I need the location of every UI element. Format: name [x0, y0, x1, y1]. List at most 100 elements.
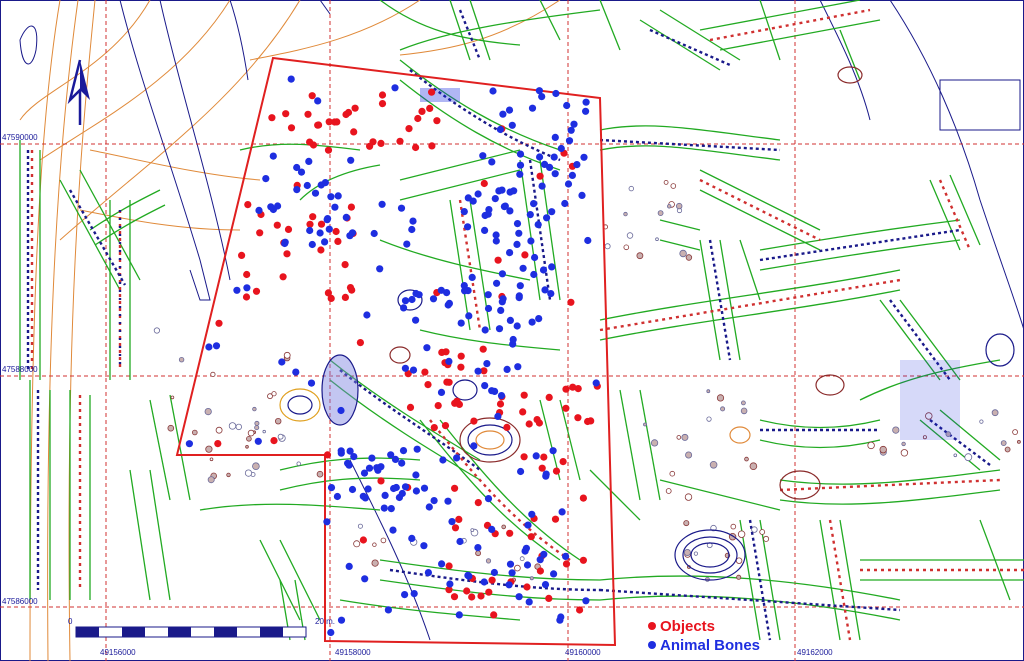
pit-marker — [247, 429, 255, 437]
animal-bone-point — [429, 295, 438, 303]
object-point — [540, 453, 548, 461]
object-point — [270, 437, 278, 445]
animal-bone-point — [361, 494, 369, 502]
object-point — [545, 393, 553, 401]
animal-bone-point — [498, 270, 506, 278]
animal-bone-point — [408, 225, 416, 234]
object-point — [474, 499, 482, 507]
pit-marker — [670, 183, 677, 189]
animal-bone-point — [325, 225, 333, 233]
legend-animal-bones-label: Animal Bones — [660, 637, 760, 654]
object-point — [457, 352, 465, 360]
object-point — [545, 594, 553, 603]
animal-bone-point — [334, 192, 342, 200]
animal-bone-point — [254, 437, 262, 445]
grid-label-easting-2: 49158000 — [335, 648, 371, 657]
object-point — [215, 319, 223, 327]
object-point — [538, 464, 546, 472]
pit-marker — [519, 556, 525, 562]
animal-bone-point — [412, 471, 420, 479]
pit-marker — [716, 394, 725, 402]
animal-bone-point — [532, 452, 540, 460]
object-point — [414, 114, 422, 123]
animal-bone-point — [565, 137, 574, 145]
object-point — [377, 139, 385, 147]
object-point — [579, 494, 588, 502]
pit-marker — [204, 407, 212, 416]
animal-bone-point — [517, 467, 525, 476]
pit-marker — [228, 422, 237, 430]
animal-bone-point — [269, 152, 277, 160]
object-point — [468, 593, 476, 601]
animal-bone-point — [523, 561, 532, 569]
object-point — [520, 453, 528, 461]
animal-bone-point — [327, 193, 335, 201]
animal-bone-point — [348, 485, 357, 494]
animal-bone-point — [515, 229, 523, 237]
animal-bone-point — [483, 360, 491, 368]
animal-bone-point — [327, 484, 336, 492]
animal-bone-point — [528, 510, 536, 518]
pit-marker — [667, 204, 672, 209]
animal-bone-point — [474, 367, 482, 375]
pit-marker — [209, 457, 214, 462]
pit-marker — [679, 249, 687, 258]
pit-marker — [215, 426, 223, 434]
animal-bone-point — [508, 569, 516, 577]
pit-marker — [737, 530, 746, 538]
animal-bone-point — [415, 291, 423, 299]
pit-marker — [676, 435, 682, 440]
animal-bone-point — [506, 249, 514, 257]
object-point — [279, 273, 287, 281]
object-point — [331, 118, 339, 126]
pit-marker — [867, 441, 875, 450]
object-point — [268, 114, 276, 122]
grid-label-northing-3: 47586000 — [2, 597, 38, 606]
object-point — [496, 400, 505, 408]
animal-bone-point — [580, 153, 588, 161]
animal-bone-point — [538, 182, 546, 190]
animal-bone-point — [501, 202, 509, 210]
animal-bone-point — [513, 220, 522, 228]
animal-bone-point — [528, 104, 537, 112]
animal-bone-point — [488, 158, 496, 166]
animal-bone-point — [541, 581, 550, 589]
animal-bone-point — [506, 316, 514, 324]
animal-bone-point — [516, 282, 524, 290]
pit-marker — [693, 551, 699, 556]
animal-bone-point — [348, 229, 357, 237]
pit-marker — [167, 424, 175, 432]
object-point — [453, 397, 461, 405]
animal-bone-point — [413, 445, 421, 453]
animal-bone-point — [536, 153, 544, 161]
pit-marker — [663, 179, 669, 185]
animal-bone-point — [480, 578, 488, 586]
pit-marker — [271, 391, 277, 397]
object-point — [377, 477, 385, 485]
object-point — [562, 404, 570, 412]
object-point — [445, 378, 453, 386]
animal-bone-point — [513, 322, 521, 330]
animal-bone-point — [497, 392, 506, 400]
object-point — [252, 287, 261, 295]
pit-marker — [892, 426, 900, 434]
animal-bone-point — [321, 238, 329, 246]
object-point — [426, 104, 434, 112]
legend: Objects Animal Bones — [648, 618, 760, 654]
animal-bone-point — [430, 497, 438, 505]
features-green — [19, 0, 1024, 641]
pit-marker — [207, 476, 215, 484]
object-point — [438, 348, 446, 356]
object-point — [455, 515, 463, 524]
object-point — [485, 588, 493, 596]
animal-bone-point — [519, 264, 527, 272]
animal-bone-point — [378, 200, 386, 208]
animal-bone-point — [488, 387, 496, 395]
animal-bone-point — [347, 156, 355, 164]
pit-marker — [953, 453, 958, 458]
pit-marker — [277, 433, 284, 440]
animal-bone-point — [455, 611, 463, 619]
contour-lines — [19, 0, 561, 661]
animal-bone-point — [485, 206, 493, 214]
object-point — [536, 567, 545, 575]
